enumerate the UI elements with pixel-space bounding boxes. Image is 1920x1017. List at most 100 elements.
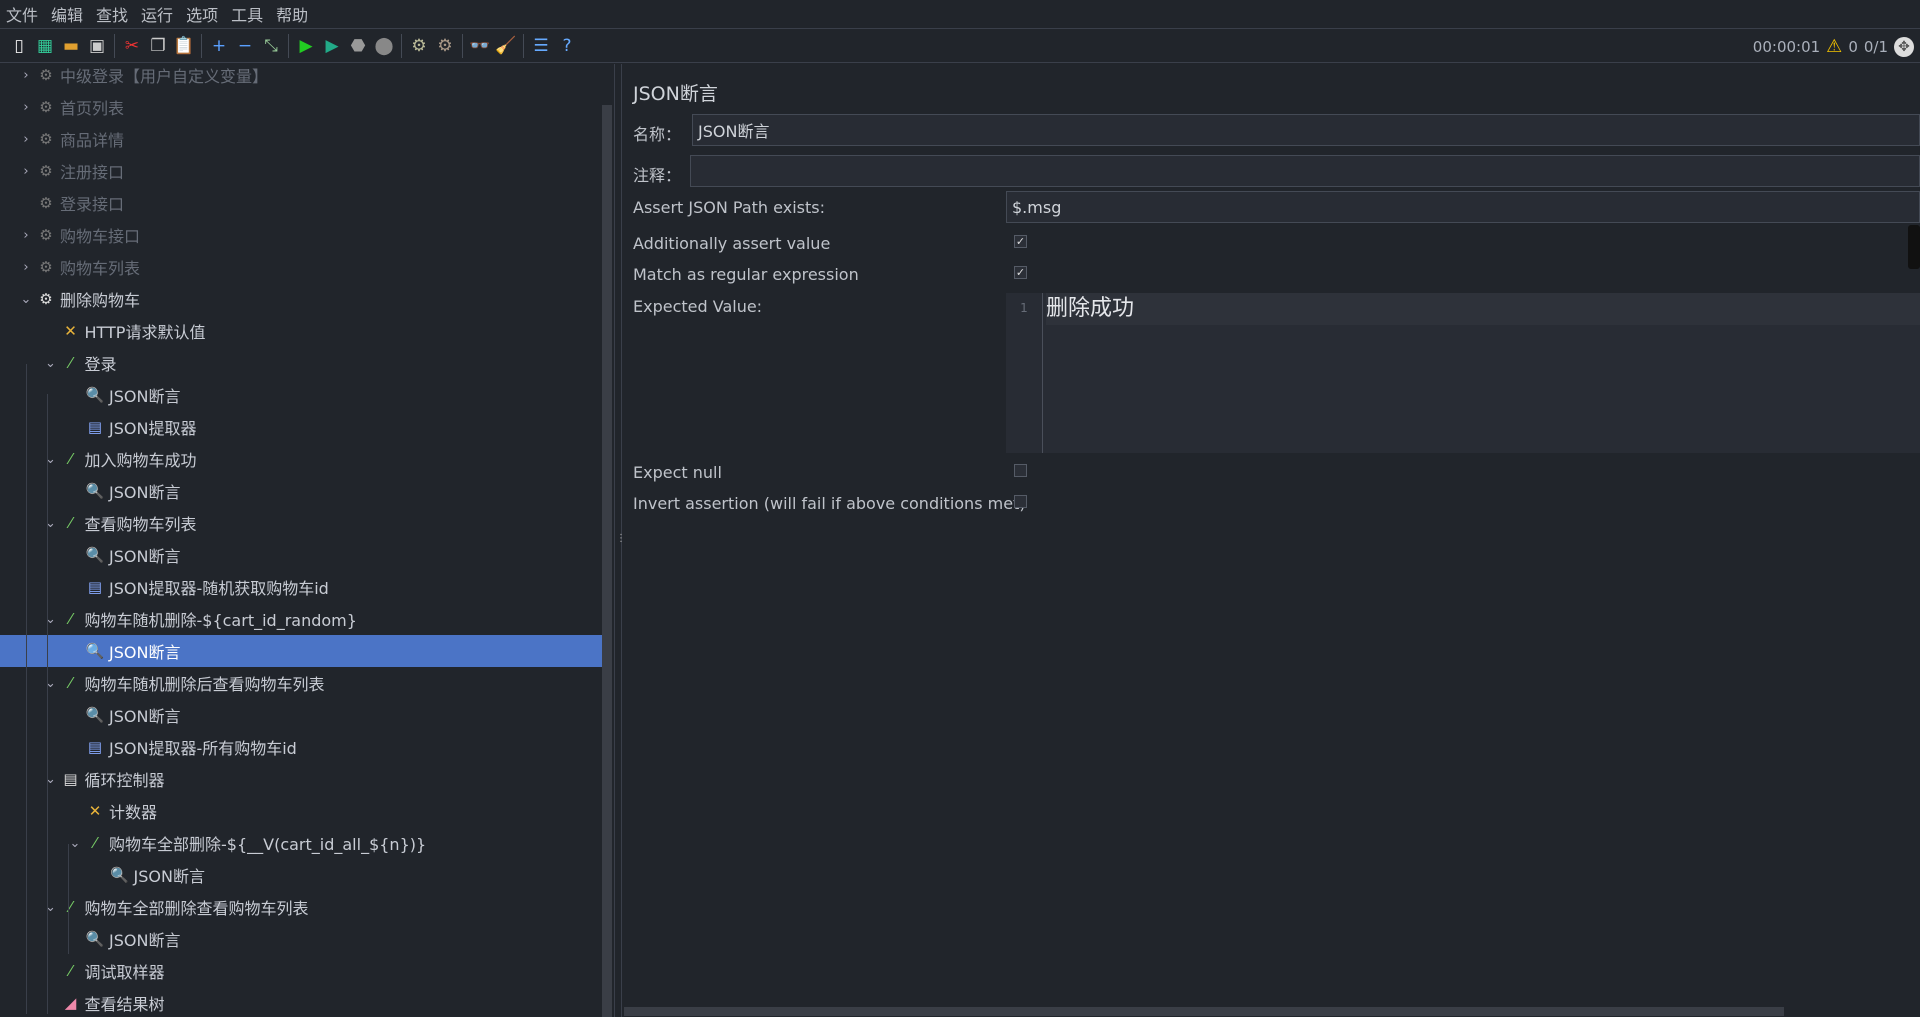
- comment-field[interactable]: [690, 155, 1920, 187]
- tree-item[interactable]: ⌄ ⁄ 购物车全部删除查看购物车列表: [0, 891, 602, 923]
- chevron-right-icon[interactable]: ›: [18, 132, 34, 147]
- tree-item-label: 购物车随机删除-${cart_id_random}: [84, 611, 357, 630]
- tree-item[interactable]: ⌄ ⁄ 加入购物车成功: [0, 443, 602, 475]
- magnifier-icon: 🔍: [110, 866, 129, 884]
- wrench-icon: ✕: [88, 802, 102, 820]
- tree-guide-line: [47, 394, 48, 1014]
- collapse-icon[interactable]: −: [234, 35, 256, 57]
- tree-item[interactable]: 🔍 JSON断言: [0, 635, 602, 667]
- menu-5[interactable]: 工具: [225, 2, 270, 26]
- start-icon[interactable]: ▶: [295, 35, 317, 57]
- json-path-field[interactable]: $.msg: [1006, 191, 1920, 223]
- status-area: 00:00:01 ⚠ 0 0/1 ✥: [1753, 30, 1914, 63]
- menu-3[interactable]: 运行: [135, 2, 180, 26]
- tree-item[interactable]: 🔍 JSON断言: [0, 923, 602, 955]
- tree-item[interactable]: › ⚙ 购物车接口: [0, 219, 602, 251]
- new-icon[interactable]: ▯: [8, 35, 30, 57]
- tree-item[interactable]: ⌄ ⁄ 查看购物车列表: [0, 507, 602, 539]
- expected-value-editor[interactable]: 1 删除成功: [1006, 293, 1920, 453]
- tree-item[interactable]: › ⚙ 注册接口: [0, 155, 602, 187]
- chevron-right-icon[interactable]: ›: [18, 68, 34, 83]
- menu-1[interactable]: 编辑: [45, 2, 90, 26]
- tree-item[interactable]: ⌄ ⁄ 购物车随机删除后查看购物车列表: [0, 667, 602, 699]
- thread-count: 0/1: [1863, 37, 1888, 56]
- stop-icon[interactable]: ⬣: [347, 35, 369, 57]
- function-helper-icon[interactable]: ☰: [530, 35, 552, 57]
- tree-item-label: HTTP请求默认值: [84, 323, 206, 342]
- horizontal-scrollbar[interactable]: [624, 1007, 1784, 1016]
- tree-item[interactable]: 🔍 JSON断言: [0, 699, 602, 731]
- magnifier-icon: 🔍: [85, 706, 105, 724]
- shutdown-icon[interactable]: ⬤: [373, 35, 395, 57]
- expect-null-label: Expect null: [633, 463, 722, 482]
- tree-item[interactable]: ▤ JSON提取器-所有购物车id: [0, 731, 602, 763]
- name-field[interactable]: JSON断言: [692, 114, 1920, 146]
- tree-item[interactable]: ▤ JSON提取器-随机获取购物车id: [0, 571, 602, 603]
- expect-null-checkbox[interactable]: [1014, 464, 1027, 477]
- tree-item[interactable]: ◢ 查看结果树: [0, 987, 602, 1017]
- chevron-down-icon[interactable]: ⌄: [67, 836, 83, 851]
- menu-6[interactable]: 帮助: [270, 2, 315, 26]
- remote-icon[interactable]: ✥: [1894, 36, 1914, 57]
- tree-item-label: 循环控制器: [84, 771, 165, 790]
- tree-item[interactable]: ⌄ ⁄ 登录: [0, 347, 602, 379]
- chevron-down-icon[interactable]: ⌄: [43, 516, 59, 531]
- tree-item-label: JSON断言: [109, 547, 181, 566]
- cut-icon[interactable]: ✂: [121, 35, 143, 57]
- chevron-down-icon[interactable]: ⌄: [43, 356, 59, 371]
- side-handle[interactable]: [1908, 225, 1920, 269]
- help-icon[interactable]: ?: [556, 35, 578, 57]
- paste-icon[interactable]: 📋: [173, 35, 195, 57]
- menu-0[interactable]: 文件: [0, 2, 45, 26]
- expected-value-text[interactable]: 删除成功: [1046, 293, 1920, 325]
- tree-item[interactable]: › ⚙ 中级登录【用户自定义变量】: [0, 64, 602, 91]
- tree-item[interactable]: › ⚙ 商品详情: [0, 123, 602, 155]
- templates-icon[interactable]: ▦: [34, 35, 56, 57]
- search-icon[interactable]: 👓: [469, 35, 491, 57]
- tree-item[interactable]: ⌄ ⁄ 购物车随机删除-${cart_id_random}: [0, 603, 602, 635]
- chevron-down-icon[interactable]: ⌄: [43, 772, 59, 787]
- invert-checkbox[interactable]: [1014, 495, 1027, 508]
- tree-item-label: 购物车随机删除后查看购物车列表: [84, 675, 325, 694]
- tree-item[interactable]: ⌄ ▤ 循环控制器: [0, 763, 602, 795]
- tree-item[interactable]: ✕ HTTP请求默认值: [0, 315, 602, 347]
- warning-icon[interactable]: ⚠: [1826, 36, 1842, 57]
- tree-item[interactable]: › ⚙ 首页列表: [0, 91, 602, 123]
- tree-item[interactable]: › ⚙ 购物车列表: [0, 251, 602, 283]
- tree-item[interactable]: ⚙ 登录接口: [0, 187, 602, 219]
- regex-checkbox[interactable]: ✓: [1014, 266, 1027, 279]
- assert-value-checkbox[interactable]: ✓: [1014, 235, 1027, 248]
- tree-item[interactable]: ⌄ ⚙ 删除购物车: [0, 283, 602, 315]
- chevron-right-icon[interactable]: ›: [18, 164, 34, 179]
- menu-4[interactable]: 选项: [180, 2, 225, 26]
- tree-item[interactable]: 🔍 JSON断言: [0, 859, 602, 891]
- tree-item[interactable]: ⁄ 调试取样器: [0, 955, 602, 987]
- tree-item[interactable]: 🔍 JSON断言: [0, 475, 602, 507]
- chevron-down-icon[interactable]: ⌄: [43, 452, 59, 467]
- chevron-right-icon[interactable]: ›: [18, 228, 34, 243]
- tree-scrollbar[interactable]: [602, 105, 612, 1017]
- save-icon[interactable]: ▣: [86, 35, 108, 57]
- chevron-down-icon[interactable]: ⌄: [43, 612, 59, 627]
- tree-item-label: 购物车接口: [60, 227, 141, 246]
- chevron-right-icon[interactable]: ›: [18, 100, 34, 115]
- menu-2[interactable]: 查找: [90, 2, 135, 26]
- open-icon[interactable]: ▬: [60, 35, 82, 57]
- chevron-down-icon[interactable]: ⌄: [43, 676, 59, 691]
- start-no-pause-icon[interactable]: ▶: [321, 35, 343, 57]
- tree-item[interactable]: ▤ JSON提取器: [0, 411, 602, 443]
- copy-icon[interactable]: ❐: [147, 35, 169, 57]
- tree-item[interactable]: 🔍 JSON断言: [0, 539, 602, 571]
- chevron-down-icon[interactable]: ⌄: [43, 900, 59, 915]
- elapsed-time: 00:00:01: [1752, 37, 1821, 56]
- tree-item[interactable]: ✕ 计数器: [0, 795, 602, 827]
- clear-icon[interactable]: ⚙: [408, 35, 430, 57]
- reset-search-icon[interactable]: 🧹: [495, 35, 517, 57]
- clear-all-icon[interactable]: ⚙: [434, 35, 456, 57]
- tree-item[interactable]: ⌄ ⁄ 购物车全部删除-${__V(cart_id_all_${n})}: [0, 827, 602, 859]
- chevron-down-icon[interactable]: ⌄: [18, 292, 34, 307]
- toggle-icon[interactable]: ⤡: [260, 35, 282, 57]
- tree-item[interactable]: 🔍 JSON断言: [0, 379, 602, 411]
- chevron-right-icon[interactable]: ›: [18, 260, 34, 275]
- expand-icon[interactable]: +: [208, 35, 230, 57]
